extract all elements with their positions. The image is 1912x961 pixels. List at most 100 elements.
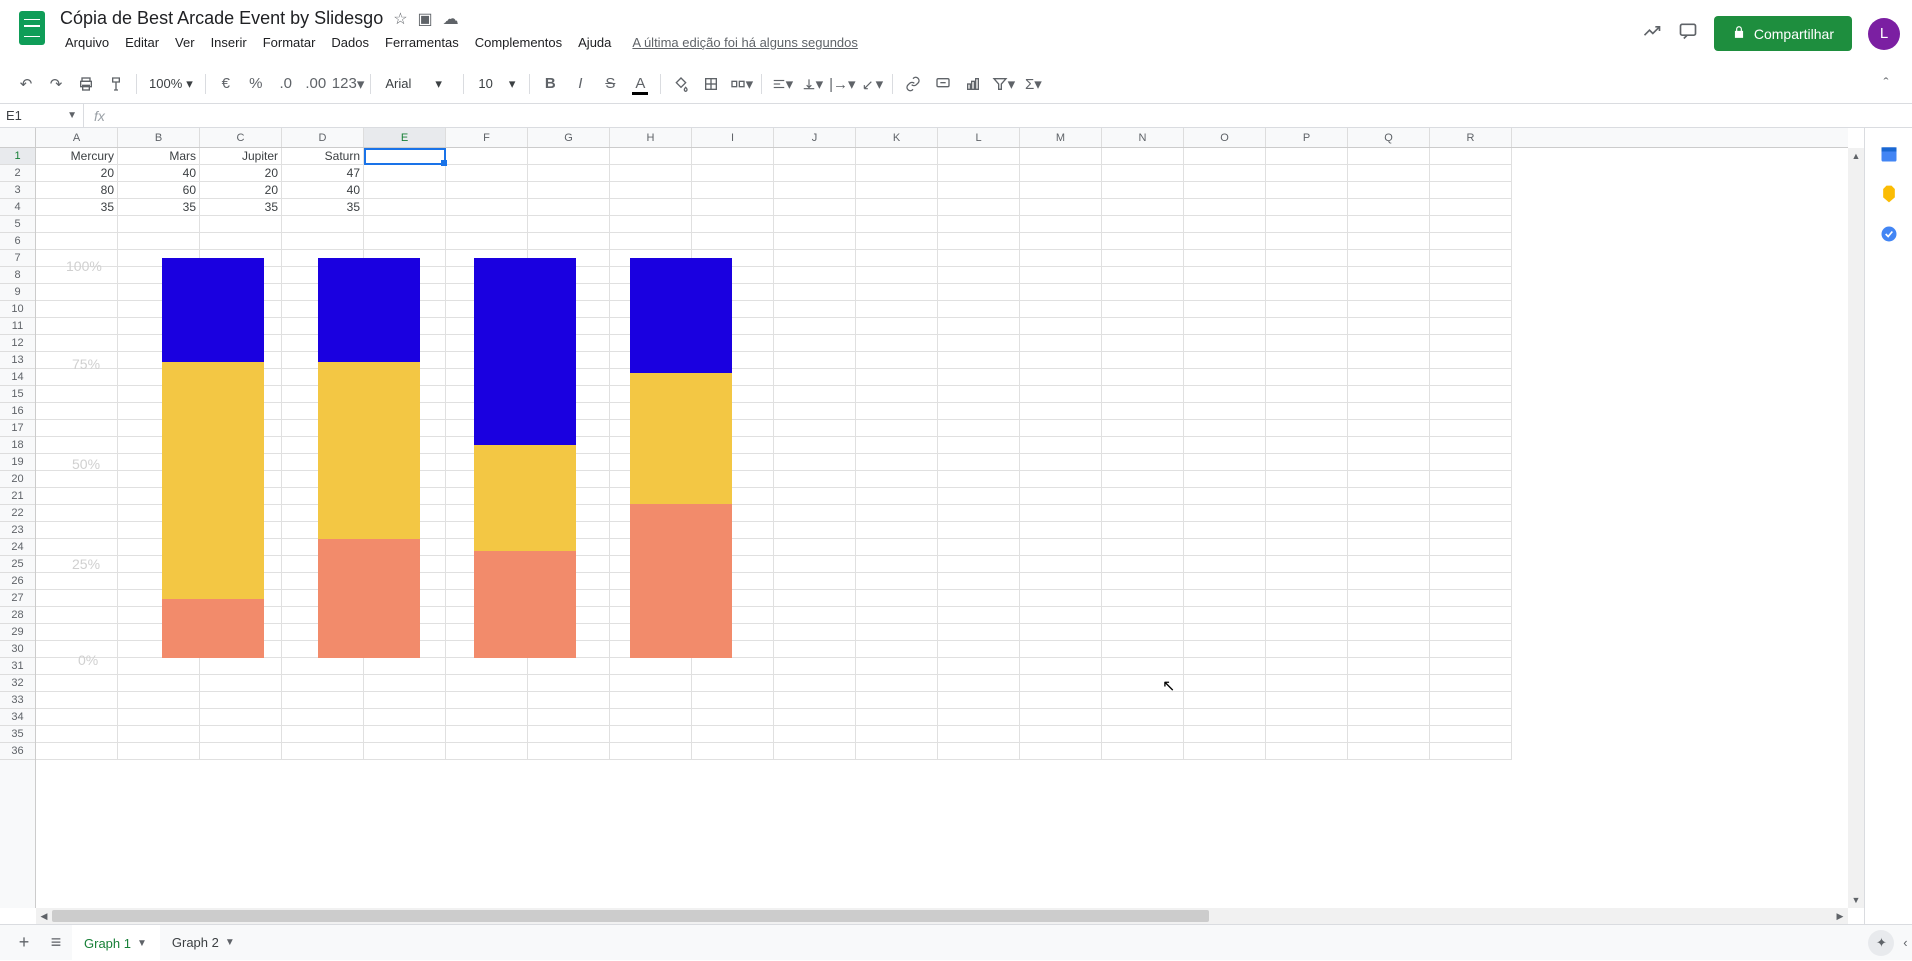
cell[interactable] [528, 692, 610, 709]
row-header-31[interactable]: 31 [0, 658, 35, 675]
cell[interactable] [1348, 471, 1430, 488]
cell[interactable] [446, 148, 528, 165]
cell[interactable] [938, 250, 1020, 267]
cell[interactable] [364, 743, 446, 760]
cell[interactable] [938, 437, 1020, 454]
spreadsheet-grid[interactable]: ABCDEFGHIJKLMNOPQR 123456789101112131415… [0, 128, 1864, 924]
cell[interactable] [1184, 522, 1266, 539]
row-header-17[interactable]: 17 [0, 420, 35, 437]
cell[interactable] [1348, 199, 1430, 216]
hscroll-track[interactable] [52, 908, 1832, 924]
cell[interactable] [36, 743, 118, 760]
cell[interactable] [1266, 352, 1348, 369]
cell[interactable] [1266, 403, 1348, 420]
cell[interactable] [1020, 454, 1102, 471]
cell[interactable] [1184, 573, 1266, 590]
cell[interactable] [1102, 284, 1184, 301]
cell[interactable] [1348, 284, 1430, 301]
menu-inserir[interactable]: Inserir [204, 33, 254, 52]
cell[interactable] [1184, 624, 1266, 641]
cell[interactable] [36, 726, 118, 743]
cell[interactable] [1020, 556, 1102, 573]
cell[interactable] [282, 233, 364, 250]
cell[interactable] [1430, 624, 1512, 641]
doc-title[interactable]: Cópia de Best Arcade Event by Slidesgo [60, 8, 383, 29]
cell[interactable] [1102, 726, 1184, 743]
cell[interactable] [1348, 267, 1430, 284]
row-header-3[interactable]: 3 [0, 182, 35, 199]
cell[interactable] [1102, 505, 1184, 522]
row-header-24[interactable]: 24 [0, 539, 35, 556]
cell[interactable] [610, 233, 692, 250]
cell[interactable] [1348, 641, 1430, 658]
cell[interactable] [36, 233, 118, 250]
cell[interactable] [1348, 386, 1430, 403]
menu-ajuda[interactable]: Ajuda [571, 33, 618, 52]
cell[interactable] [856, 726, 938, 743]
stacked-bar[interactable] [630, 258, 732, 658]
cell[interactable] [1020, 437, 1102, 454]
cell[interactable] [528, 726, 610, 743]
row-header-11[interactable]: 11 [0, 318, 35, 335]
cell[interactable] [1020, 318, 1102, 335]
row-header-12[interactable]: 12 [0, 335, 35, 352]
cell[interactable] [1020, 216, 1102, 233]
cell[interactable] [36, 216, 118, 233]
cell[interactable]: Mars [118, 148, 200, 165]
cell[interactable] [1184, 267, 1266, 284]
row-header-8[interactable]: 8 [0, 267, 35, 284]
cell[interactable] [282, 658, 364, 675]
cell[interactable] [1184, 471, 1266, 488]
cell[interactable] [1266, 369, 1348, 386]
row-header-34[interactable]: 34 [0, 709, 35, 726]
cell[interactable] [1348, 318, 1430, 335]
percent-button[interactable]: % [242, 70, 270, 98]
row-header-15[interactable]: 15 [0, 386, 35, 403]
chart-button[interactable] [959, 70, 987, 98]
cell[interactable] [856, 471, 938, 488]
cell[interactable] [1102, 573, 1184, 590]
cell[interactable]: 60 [118, 182, 200, 199]
cell[interactable] [1102, 488, 1184, 505]
cell[interactable] [938, 624, 1020, 641]
cell[interactable] [610, 199, 692, 216]
cell[interactable] [446, 216, 528, 233]
cell[interactable] [118, 216, 200, 233]
cell[interactable] [610, 165, 692, 182]
row-header-13[interactable]: 13 [0, 352, 35, 369]
cell[interactable] [1020, 658, 1102, 675]
scroll-right-button[interactable]: ▶ [1832, 908, 1848, 924]
cell[interactable] [1184, 233, 1266, 250]
cell[interactable] [610, 216, 692, 233]
cell[interactable] [1102, 556, 1184, 573]
cell[interactable] [1430, 386, 1512, 403]
cell[interactable] [282, 709, 364, 726]
cell[interactable] [1184, 148, 1266, 165]
cell[interactable] [692, 148, 774, 165]
cell[interactable] [1348, 726, 1430, 743]
cell[interactable] [1020, 471, 1102, 488]
cell[interactable] [856, 318, 938, 335]
cell[interactable] [1020, 352, 1102, 369]
cell[interactable] [1102, 658, 1184, 675]
row-header-23[interactable]: 23 [0, 522, 35, 539]
cell[interactable] [856, 556, 938, 573]
cell[interactable] [692, 692, 774, 709]
cell[interactable] [938, 641, 1020, 658]
last-edit-link[interactable]: A última edição foi há alguns segundos [632, 35, 858, 50]
menu-editar[interactable]: Editar [118, 33, 166, 52]
currency-button[interactable]: € [212, 70, 240, 98]
cell[interactable] [1184, 182, 1266, 199]
cell[interactable] [610, 743, 692, 760]
all-sheets-button[interactable]: ≡ [40, 927, 72, 959]
cell[interactable] [364, 709, 446, 726]
print-button[interactable] [72, 70, 100, 98]
cell[interactable] [938, 318, 1020, 335]
formula-input[interactable] [115, 104, 1912, 127]
cell[interactable] [856, 675, 938, 692]
cell[interactable] [1020, 335, 1102, 352]
cell[interactable] [1348, 692, 1430, 709]
cell[interactable] [1184, 437, 1266, 454]
cell[interactable] [856, 437, 938, 454]
cell[interactable]: Saturn [282, 148, 364, 165]
